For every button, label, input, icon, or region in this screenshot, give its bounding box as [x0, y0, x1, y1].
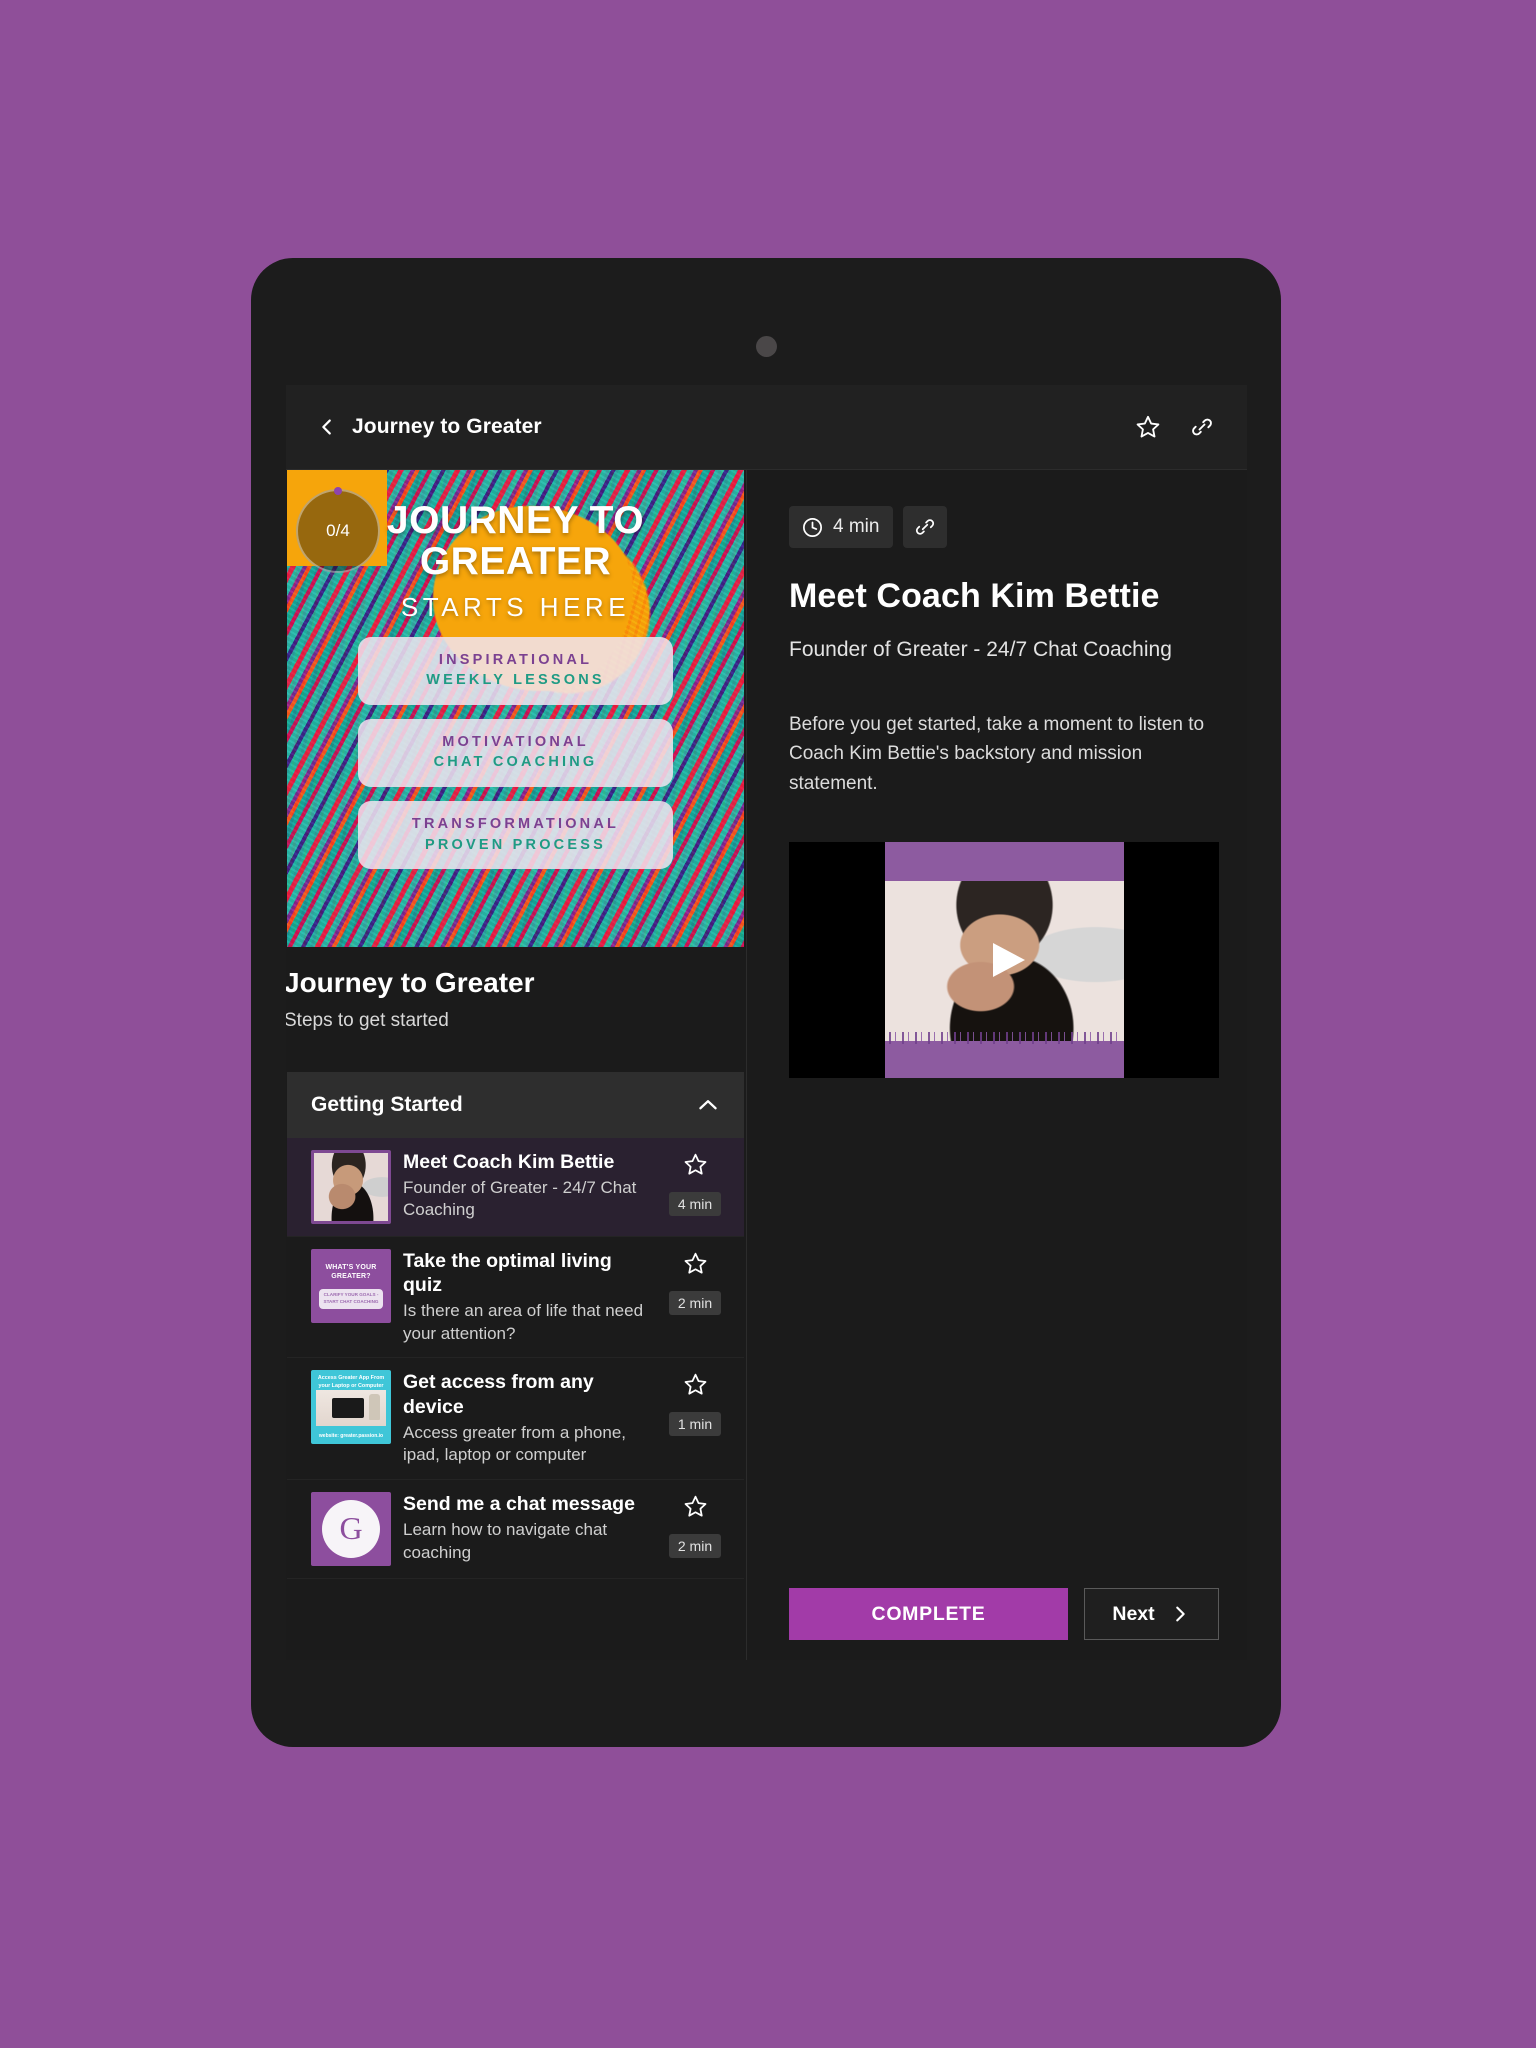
- course-progress-ring: 0/4: [296, 487, 380, 573]
- star-outline-icon: [684, 1252, 706, 1274]
- lesson-text: Get access from any device Access greate…: [403, 1370, 664, 1467]
- video-player[interactable]: [789, 842, 1219, 1079]
- detail-title: Meet Coach Kim Bettie: [789, 577, 1160, 615]
- content-split: JOURNEY TO GREATER STARTS HERE INSPIRATI…: [286, 470, 1247, 1660]
- course-sidebar: JOURNEY TO GREATER STARTS HERE INSPIRATI…: [286, 470, 746, 1660]
- lesson-detail-pane: 4 min Meet Coach Kim Bettie Founder of G…: [747, 470, 1247, 1660]
- star-outline-icon: [684, 1374, 706, 1395]
- lesson-list-item[interactable]: G Send me a chat message Learn how to na…: [287, 1479, 744, 1579]
- share-link-button[interactable]: [1182, 407, 1222, 447]
- lesson-duration-chip: 2 min: [668, 1533, 722, 1558]
- lesson-description: Learn how to navigate chat coaching: [403, 1520, 608, 1562]
- link-icon: [916, 519, 935, 535]
- detail-link-button[interactable]: [903, 506, 948, 548]
- star-outline-icon: [684, 1495, 706, 1517]
- chevron-right-icon: [1175, 1606, 1185, 1622]
- app-window: Journey to Greater JOURNEY TO GREATER ST…: [286, 385, 1247, 1660]
- lesson-thumbnail: WHAT'S YOUR GREATER? CLARIFY YOUR GOALS …: [311, 1248, 391, 1323]
- thumb-subline: website: greater.passion.io: [318, 1433, 384, 1440]
- star-outline-icon: [684, 1153, 706, 1175]
- app-header-title: Journey to Greater: [352, 415, 542, 438]
- lesson-meta: 2 min: [664, 1492, 726, 1558]
- lesson-actions: COMPLETE Next: [789, 1588, 1219, 1640]
- course-cover[interactable]: JOURNEY TO GREATER STARTS HERE INSPIRATI…: [287, 470, 744, 947]
- cover-pill-line1: MOTIVATIONAL: [442, 733, 589, 750]
- cover-pill-line2: PROVEN PROCESS: [425, 836, 606, 853]
- lesson-title: Get access from any device: [403, 1371, 594, 1418]
- cover-pill-line2: WEEKLY LESSONS: [426, 672, 605, 689]
- favorite-course-button[interactable]: [1128, 407, 1168, 447]
- cover-subhead: STARTS HERE: [400, 591, 631, 622]
- lesson-description: Access greater from a phone, ipad, lapto…: [403, 1422, 627, 1465]
- lesson-description: Is there an area of life that need your …: [403, 1301, 644, 1343]
- lesson-meta: 1 min: [664, 1370, 726, 1437]
- next-button[interactable]: Next: [1084, 1588, 1219, 1640]
- lesson-duration-chip: 4 min: [668, 1191, 722, 1216]
- lesson-title: Meet Coach Kim Bettie: [403, 1150, 615, 1173]
- audio-waveform: [889, 1032, 1120, 1045]
- lesson-favorite-button[interactable]: [683, 1372, 708, 1402]
- lesson-title: Take the optimal living quiz: [403, 1249, 612, 1296]
- link-icon: [1192, 418, 1212, 436]
- section-header-getting-started[interactable]: Getting Started: [287, 1071, 744, 1138]
- cover-pill-line2: CHAT COACHING: [433, 754, 598, 771]
- app-header: Journey to Greater: [286, 385, 1247, 470]
- detail-duration-chip: 4 min: [789, 506, 894, 548]
- lesson-meta-row: 4 min: [789, 506, 1219, 548]
- page-root: Journey to Greater JOURNEY TO GREATER ST…: [0, 0, 1536, 2048]
- section-header-title: Getting Started: [311, 1092, 463, 1116]
- chevron-left-icon: [322, 419, 331, 435]
- cover-pill-line1: INSPIRATIONAL: [438, 651, 593, 668]
- play-icon[interactable]: [993, 943, 1025, 978]
- lesson-text: Send me a chat message Learn how to navi…: [403, 1492, 664, 1564]
- lesson-thumbnail: Access Greater App From your Laptop or C…: [311, 1370, 391, 1445]
- lesson-title: Send me a chat message: [403, 1492, 635, 1515]
- lesson-meta: 4 min: [664, 1150, 726, 1216]
- lesson-duration-chip: 1 min: [668, 1412, 722, 1437]
- laptop-photo-thumb: [316, 1390, 386, 1427]
- lesson-description: Founder of Greater - 24/7 Chat Coaching: [403, 1177, 637, 1220]
- thumb-headline: WHAT'S YOUR GREATER?: [325, 1263, 377, 1280]
- clock-icon: [803, 517, 822, 537]
- lesson-text: Meet Coach Kim Bettie Founder of Greater…: [403, 1150, 664, 1222]
- lesson-list-item[interactable]: WHAT'S YOUR GREATER? CLARIFY YOUR GOALS …: [287, 1236, 744, 1359]
- progress-ring-label: 0/4: [326, 521, 350, 540]
- thumb-headline: Access Greater App From your Laptop or C…: [317, 1375, 385, 1389]
- cover-pill: INSPIRATIONAL WEEKLY LESSONS: [358, 636, 673, 705]
- lesson-favorite-button[interactable]: [683, 1251, 708, 1281]
- complete-button[interactable]: COMPLETE: [789, 1588, 1068, 1640]
- detail-body-text: Before you get started, take a moment to…: [789, 714, 1205, 794]
- course-subtitle: Steps to get started: [286, 1009, 449, 1031]
- lesson-thumbnail: G: [311, 1491, 391, 1566]
- lesson-favorite-button[interactable]: [683, 1494, 708, 1524]
- thumb-subline: CLARIFY YOUR GOALS - START CHAT COACHING: [319, 1288, 383, 1309]
- cover-pill: TRANSFORMATIONAL PROVEN PROCESS: [358, 800, 673, 870]
- lesson-list-item[interactable]: Meet Coach Kim Bettie Founder of Greater…: [287, 1137, 744, 1237]
- coach-portrait-thumb: [314, 1152, 388, 1221]
- lesson-duration-chip: 2 min: [668, 1290, 722, 1315]
- chevron-up-icon[interactable]: [695, 1092, 721, 1118]
- lesson-favorite-button[interactable]: [683, 1152, 708, 1182]
- detail-duration-label: 4 min: [833, 516, 880, 537]
- cover-pill: MOTIVATIONAL CHAT COACHING: [358, 718, 673, 787]
- next-button-label: Next: [1112, 1602, 1155, 1625]
- lesson-meta: 2 min: [664, 1249, 726, 1315]
- detail-subtitle: Founder of Greater - 24/7 Chat Coaching: [789, 638, 1172, 661]
- back-button[interactable]: [316, 416, 338, 438]
- lesson-thumbnail: [311, 1149, 391, 1224]
- star-outline-icon: [1136, 415, 1160, 438]
- course-title: Journey to Greater: [286, 967, 535, 998]
- brand-monogram: G: [322, 1499, 380, 1558]
- cover-pill-line1: TRANSFORMATIONAL: [411, 815, 620, 832]
- lesson-list-item[interactable]: Access Greater App From your Laptop or C…: [287, 1358, 744, 1480]
- lesson-text: Take the optimal living quiz Is there an…: [403, 1249, 664, 1346]
- camera-icon: [756, 336, 777, 357]
